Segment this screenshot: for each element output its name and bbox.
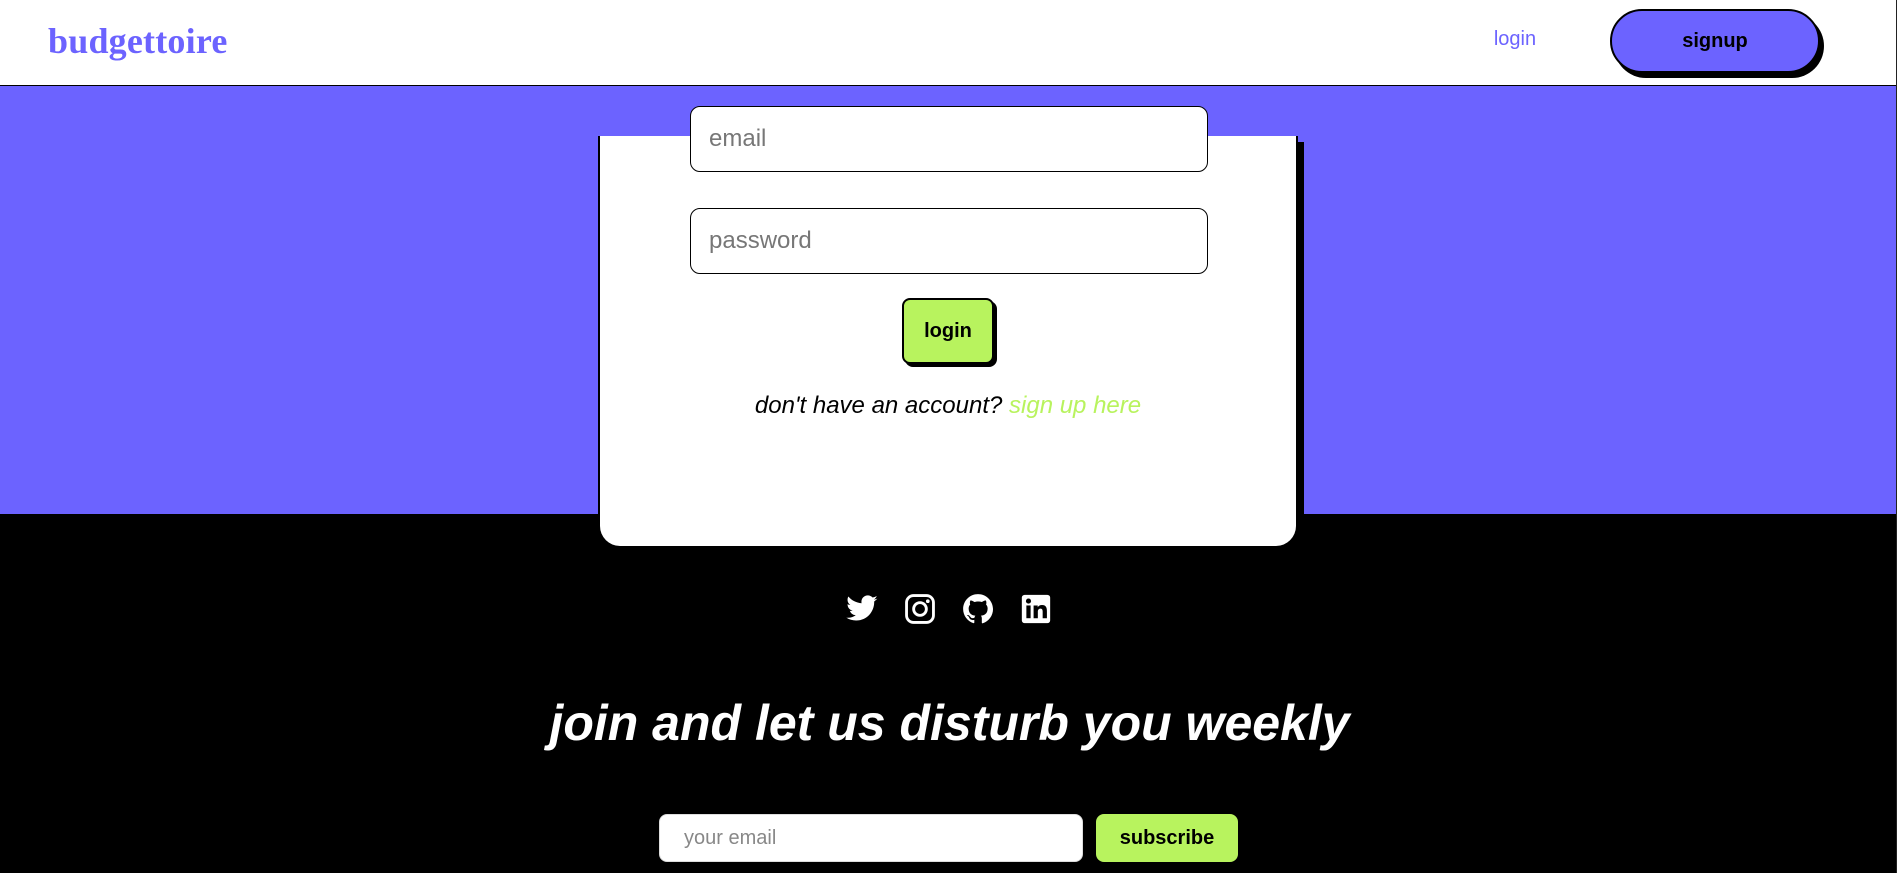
top-nav: budgettoire login signup <box>0 0 1899 86</box>
subscribe-button[interactable]: subscribe <box>1096 814 1238 862</box>
nav-login-link[interactable]: login <box>1470 28 1560 51</box>
password-input[interactable] <box>690 208 1208 274</box>
social-links <box>844 592 1054 626</box>
github-icon[interactable] <box>960 592 996 626</box>
signup-link[interactable]: sign up here <box>1009 392 1141 419</box>
newsletter-tagline: join and let us disturb you weekly <box>549 695 1350 751</box>
email-input[interactable] <box>690 106 1208 172</box>
login-submit-button[interactable]: login <box>902 298 994 364</box>
nav-signup-button[interactable]: signup <box>1610 9 1820 73</box>
brand-logo[interactable]: budgettoire <box>48 20 228 62</box>
signup-prompt-text: don't have an account? <box>754 392 1003 419</box>
instagram-icon[interactable] <box>902 592 938 626</box>
newsletter-email-input[interactable] <box>659 814 1083 862</box>
signup-prompt: don't have an account? sign up here <box>598 392 1298 420</box>
twitter-icon[interactable] <box>844 592 880 626</box>
linkedin-icon[interactable] <box>1018 592 1054 626</box>
